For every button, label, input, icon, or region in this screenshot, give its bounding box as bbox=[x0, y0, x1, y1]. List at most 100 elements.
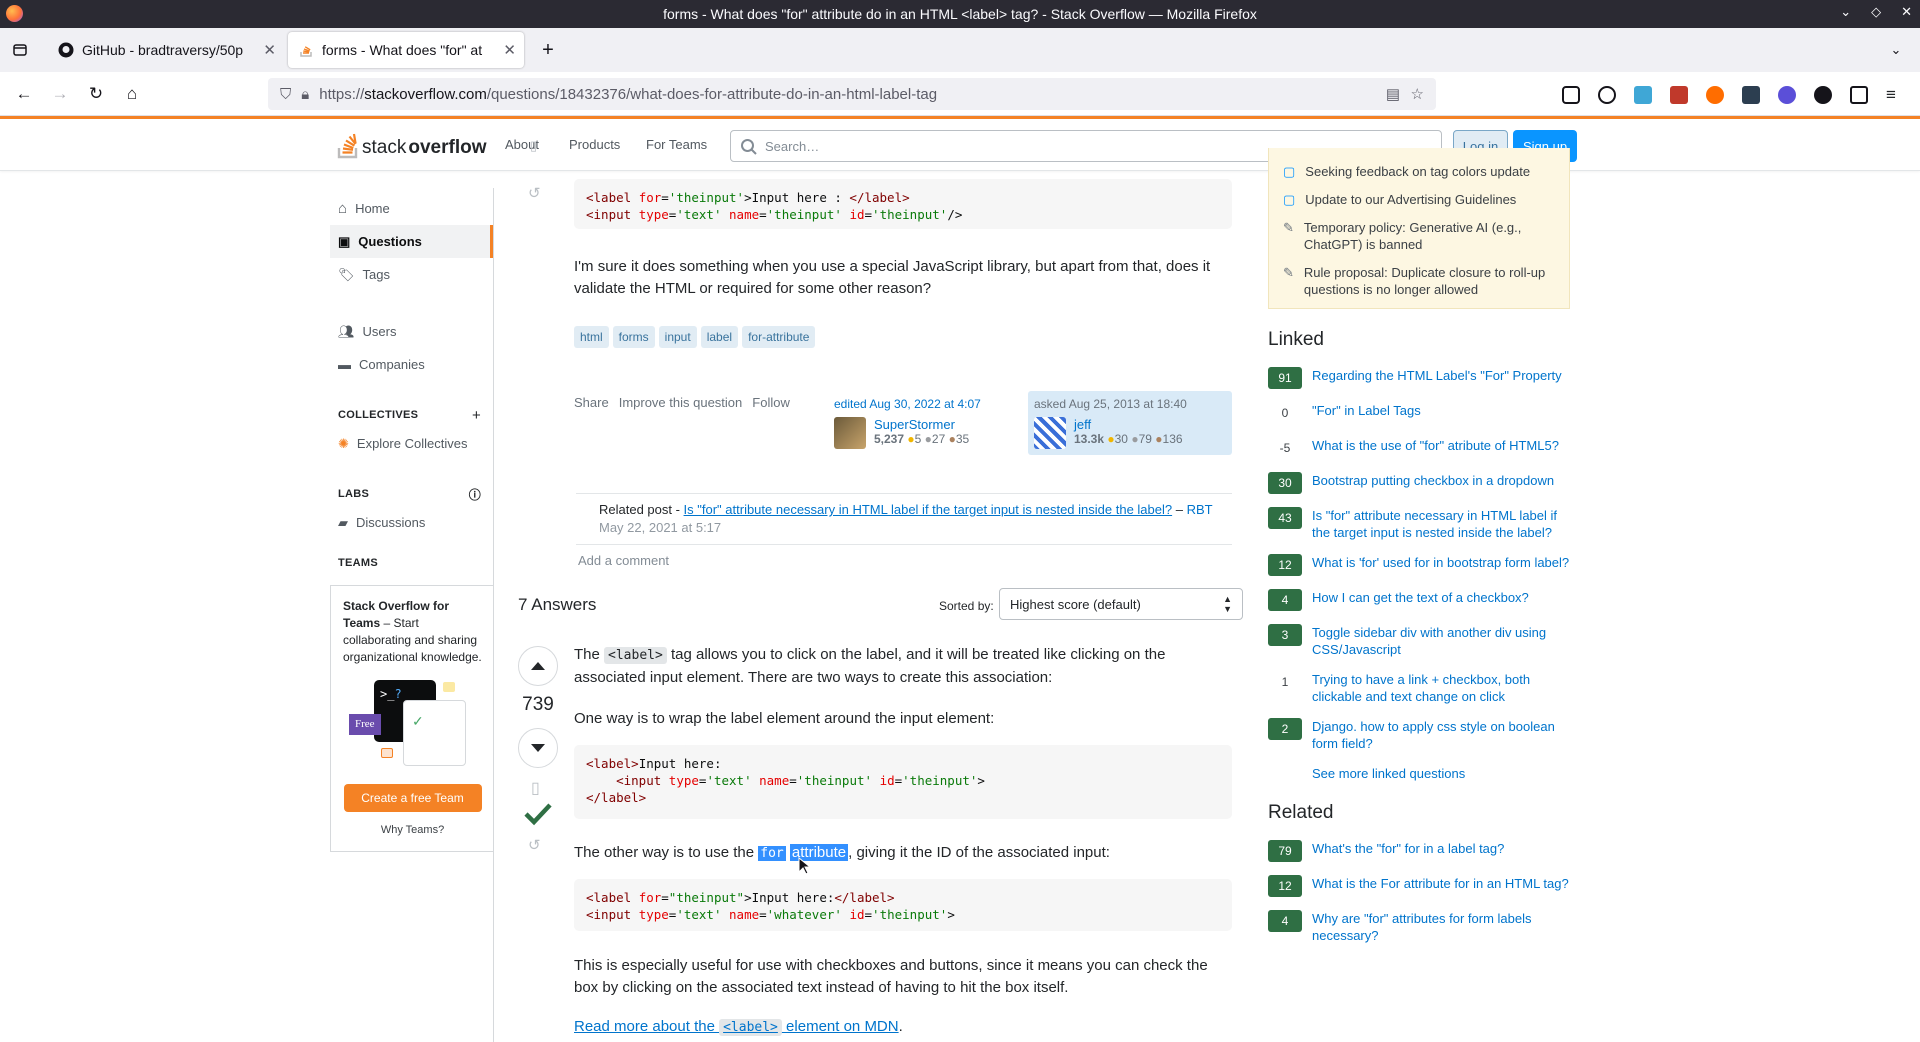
meta-item[interactable]: ✎ Rule proposal: Duplicate closure to rol… bbox=[1283, 264, 1555, 298]
list-item[interactable]: 4 How I can get the text of a checkbox? bbox=[1268, 589, 1570, 611]
window-title: forms - What does "for" attribute do in … bbox=[663, 6, 1257, 22]
so-logo[interactable]: stack overflow bbox=[336, 129, 486, 159]
see-more-linked-link[interactable]: See more linked questions bbox=[1312, 765, 1570, 782]
new-tab-icon[interactable]: + bbox=[532, 34, 564, 66]
question-link[interactable]: What is the For attribute for in an HTML… bbox=[1312, 875, 1569, 892]
meta-item[interactable]: ▢ Update to our Advertising Guidelines bbox=[1283, 191, 1555, 208]
sidebar-item-home[interactable]: ⌂ Home bbox=[330, 192, 493, 225]
question-link[interactable]: Is "for" attribute necessary in HTML lab… bbox=[1312, 507, 1570, 541]
back-icon[interactable]: ← bbox=[8, 78, 40, 110]
nav-products[interactable]: Products bbox=[569, 137, 620, 152]
sidebar-item-users[interactable]: 👥︎ Users bbox=[330, 315, 493, 348]
lock-icon[interactable]: 🔒︎ bbox=[301, 86, 309, 103]
create-team-button[interactable]: Create a free Team bbox=[343, 784, 482, 812]
history-icon[interactable]: ↺ bbox=[528, 184, 541, 202]
share-link[interactable]: Share bbox=[574, 395, 609, 410]
meta-item[interactable]: ✎ Temporary policy: Generative AI (e.g., … bbox=[1283, 219, 1555, 253]
question-link[interactable]: Why are "for" attributes for form labels… bbox=[1312, 910, 1570, 944]
home-icon[interactable]: ⌂ bbox=[116, 78, 148, 110]
question-link[interactable]: Regarding the HTML Label's "For" Propert… bbox=[1312, 367, 1562, 384]
question-link[interactable]: What is 'for' used for in bootstrap form… bbox=[1312, 554, 1569, 571]
reload-icon[interactable]: ↻ bbox=[80, 78, 112, 110]
list-item[interactable]: -5 What is the use of "for" atribute of H… bbox=[1268, 437, 1570, 459]
list-item[interactable]: 12 What is the For attribute for in an HT… bbox=[1268, 875, 1570, 897]
close-window-icon[interactable]: ✕ bbox=[1901, 4, 1912, 20]
question-link[interactable]: What is the use of "for" atribute of HTM… bbox=[1312, 437, 1559, 454]
avatar[interactable] bbox=[834, 417, 866, 449]
bookmark-star-icon[interactable]: ☆ bbox=[1411, 85, 1424, 103]
list-item[interactable]: 2 Django. how to apply css style on boole… bbox=[1268, 718, 1570, 752]
list-all-tabs-icon[interactable]: ⌄ bbox=[1880, 34, 1912, 66]
list-item[interactable]: 3 Toggle sidebar div with another div usi… bbox=[1268, 624, 1570, 658]
tag-for-attribute[interactable]: for-attribute bbox=[742, 326, 816, 348]
edited-timestamp[interactable]: edited Aug 30, 2022 at 4:07 bbox=[834, 397, 1024, 411]
tag-forms[interactable]: forms bbox=[612, 326, 655, 348]
sidebar-item-tags[interactable]: 🏷︎ Tags bbox=[330, 258, 493, 291]
url-bar[interactable]: ⛉ 🔒︎ https://stackoverflow.com/questions… bbox=[268, 78, 1436, 110]
accepted-checkmark-icon bbox=[524, 802, 552, 829]
downvote-button[interactable] bbox=[518, 728, 558, 768]
improve-question-link[interactable]: Improve this question bbox=[619, 395, 743, 410]
tracking-shield-icon[interactable]: ⛉ bbox=[280, 86, 291, 103]
question-link[interactable]: How I can get the text of a checkbox? bbox=[1312, 589, 1529, 606]
tab-github[interactable]: GitHub - bradtraversy/50p ✕ bbox=[48, 32, 284, 68]
sort-select[interactable]: Highest score (default) ▲ ▼ bbox=[999, 588, 1243, 620]
account-icon[interactable] bbox=[1598, 86, 1616, 104]
follow-link[interactable]: Follow bbox=[752, 395, 790, 410]
mdn-link[interactable]: Read more about the <label> element on M… bbox=[574, 1018, 899, 1036]
question-link[interactable]: Toggle sidebar div with another div usin… bbox=[1312, 624, 1570, 658]
list-item[interactable]: 1 Trying to have a link + checkbox, both … bbox=[1268, 671, 1570, 705]
list-item[interactable]: 0 "For" in Label Tags bbox=[1268, 402, 1570, 424]
add-collective-icon[interactable]: + bbox=[472, 407, 481, 424]
meta-item[interactable]: ▢ Seeking feedback on tag colors update bbox=[1283, 163, 1555, 180]
extension-d-icon[interactable] bbox=[1778, 86, 1796, 104]
tab-overview-icon[interactable] bbox=[4, 34, 36, 66]
nav-for-teams[interactable]: For Teams bbox=[646, 137, 707, 152]
extension-pdf-icon[interactable] bbox=[1742, 86, 1760, 104]
extension-new-icon[interactable] bbox=[1670, 86, 1688, 104]
bookmark-icon[interactable]: ▯ bbox=[530, 138, 537, 154]
sidebar-item-discussions[interactable]: ▰ Discussions bbox=[330, 506, 493, 539]
question-link[interactable]: Django. how to apply css style on boolea… bbox=[1312, 718, 1570, 752]
bookmark-icon[interactable]: ▯ bbox=[531, 778, 540, 798]
editor-name[interactable]: SuperStormer bbox=[874, 417, 969, 432]
info-icon[interactable]: ⓘ bbox=[469, 486, 481, 503]
tag-html[interactable]: html bbox=[574, 326, 609, 348]
asker-name[interactable]: jeff bbox=[1074, 417, 1183, 432]
extensions-puzzle-icon[interactable] bbox=[1850, 86, 1868, 104]
add-comment-link[interactable]: Add a comment bbox=[578, 553, 669, 568]
question-link[interactable]: "For" in Label Tags bbox=[1312, 402, 1421, 419]
sidebar-item-questions[interactable]: ▣ Questions bbox=[330, 225, 493, 258]
tab-stackoverflow[interactable]: forms - What does "for" at ✕ bbox=[288, 32, 524, 68]
sidebar-item-explore-collectives[interactable]: ✺ Explore Collectives bbox=[330, 427, 493, 460]
list-item[interactable]: 4 Why are "for" attributes for form label… bbox=[1268, 910, 1570, 944]
list-item[interactable]: 91 Regarding the HTML Label's "For" Prope… bbox=[1268, 367, 1570, 389]
menu-hamburger-icon[interactable]: ≡ bbox=[1886, 85, 1896, 105]
tag-label[interactable]: label bbox=[700, 326, 739, 348]
list-item[interactable]: 12 What is 'for' used for in bootstrap fo… bbox=[1268, 554, 1570, 576]
question-link[interactable]: What's the "for" for in a label tag? bbox=[1312, 840, 1504, 857]
upvote-button[interactable] bbox=[518, 646, 558, 686]
comment-author[interactable]: RBT bbox=[1187, 502, 1213, 517]
tab-close-icon[interactable]: ✕ bbox=[503, 41, 516, 59]
history-icon[interactable]: ↺ bbox=[528, 836, 541, 854]
related-post-link[interactable]: Is "for" attribute necessary in HTML lab… bbox=[684, 502, 1173, 517]
list-item[interactable]: 43 Is "for" attribute necessary in HTML l… bbox=[1268, 507, 1570, 541]
extension-brave-icon[interactable] bbox=[1706, 86, 1724, 104]
question-link[interactable]: Bootstrap putting checkbox in a dropdown bbox=[1312, 472, 1554, 489]
list-item[interactable]: 79 What's the "for" for in a label tag? bbox=[1268, 840, 1570, 862]
minimize-icon[interactable]: ⌄ bbox=[1840, 4, 1851, 20]
avatar[interactable] bbox=[1034, 417, 1066, 449]
extension-save-icon[interactable] bbox=[1634, 86, 1652, 104]
tab-close-icon[interactable]: ✕ bbox=[263, 41, 276, 59]
maximize-icon[interactable]: ◇ bbox=[1871, 4, 1881, 20]
tag-input[interactable]: input bbox=[658, 326, 697, 348]
list-item[interactable]: 30 Bootstrap putting checkbox in a dropdo… bbox=[1268, 472, 1570, 494]
extension-dark-icon[interactable] bbox=[1814, 86, 1832, 104]
sidebar-item-companies[interactable]: ▬ Companies bbox=[330, 348, 493, 381]
forward-icon[interactable]: → bbox=[44, 78, 76, 110]
pocket-icon[interactable] bbox=[1562, 86, 1580, 104]
why-teams-link[interactable]: Why Teams? bbox=[343, 822, 482, 839]
reader-view-icon[interactable]: ▤ bbox=[1386, 85, 1400, 103]
question-link[interactable]: Trying to have a link + checkbox, both c… bbox=[1312, 671, 1570, 705]
